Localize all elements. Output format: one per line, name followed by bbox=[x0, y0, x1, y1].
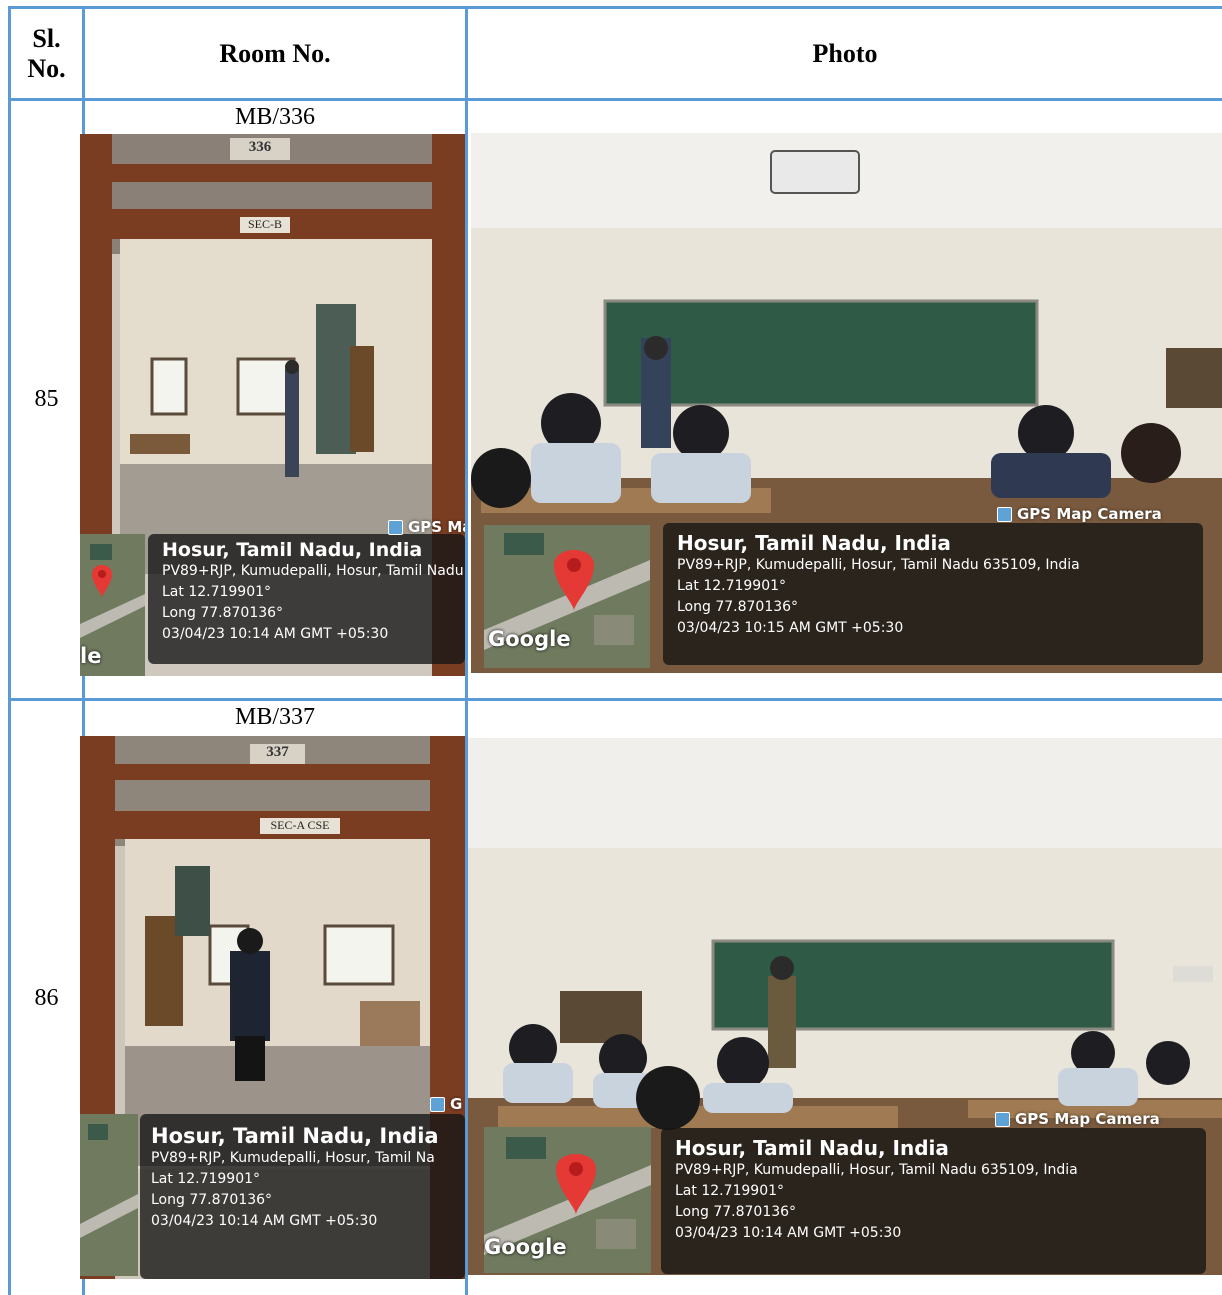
gps-camera-label: GPS Map Camera bbox=[1015, 1110, 1160, 1128]
gps-camera-badge: GPS Map Camera bbox=[995, 1110, 1160, 1128]
map-thumbnail bbox=[80, 1114, 138, 1276]
datetime-text: 03/04/23 10:14 AM GMT +05:30 bbox=[675, 1225, 902, 1241]
gps-camera-icon bbox=[995, 1111, 1010, 1127]
grid-line bbox=[8, 98, 1222, 101]
gps-info-overlay: Hosur, Tamil Nadu, India PV89+RJP, Kumud… bbox=[140, 1114, 465, 1279]
gps-camera-badge: G bbox=[430, 1095, 462, 1113]
gps-info-overlay: Hosur, Tamil Nadu, India PV89+RJP, Kumud… bbox=[663, 523, 1203, 665]
location-title: Hosur, Tamil Nadu, India bbox=[675, 1136, 949, 1160]
gps-info-overlay: Hosur, Tamil Nadu, India PV89+RJP, Kumud… bbox=[148, 534, 465, 664]
google-logo: Google bbox=[484, 1235, 567, 1259]
location-title: Hosur, Tamil Nadu, India bbox=[162, 539, 423, 561]
classroom-photo: Google Hosur, Tamil Nadu, India PV89+RJP… bbox=[468, 738, 1222, 1275]
address-text: PV89+RJP, Kumudepalli, Hosur, Tamil Nadu… bbox=[675, 1162, 1078, 1178]
longitude-text: Long 77.870136° bbox=[151, 1192, 273, 1208]
longitude-text: Long 77.870136° bbox=[677, 599, 799, 615]
classroom-photo: Google Hosur, Tamil Nadu, India PV89+RJP… bbox=[471, 133, 1222, 673]
datetime-text: 03/04/23 10:14 AM GMT +05:30 bbox=[162, 626, 389, 642]
address-text: PV89+RJP, Kumudepalli, Hosur, Tamil Na bbox=[151, 1150, 435, 1166]
gps-camera-label: GPS Map Camera bbox=[1017, 505, 1162, 523]
header-room-no: Room No. bbox=[219, 38, 331, 68]
address-text: PV89+RJP, Kumudepalli, Hosur, Tamil Nadu… bbox=[677, 557, 1080, 573]
door-photo: le Hosur, Tamil Nadu, India PV89+RJP, Ku… bbox=[80, 134, 465, 676]
row-sl-number: 86 bbox=[34, 984, 59, 1011]
room-number: MB/337 bbox=[234, 704, 315, 730]
address-text: PV89+RJP, Kumudepalli, Hosur, Tamil Nadu… bbox=[162, 563, 465, 579]
latitude-text: Lat 12.719901° bbox=[151, 1171, 261, 1187]
location-title: Hosur, Tamil Nadu, India bbox=[151, 1124, 439, 1148]
longitude-text: Long 77.870136° bbox=[675, 1204, 797, 1220]
gps-info-overlay: Hosur, Tamil Nadu, India PV89+RJP, Kumud… bbox=[661, 1128, 1206, 1274]
door-section-sign: SEC-A CSE bbox=[270, 818, 330, 832]
gps-camera-icon bbox=[997, 506, 1012, 522]
datetime-text: 03/04/23 10:15 AM GMT +05:30 bbox=[677, 620, 904, 636]
latitude-text: Lat 12.719901° bbox=[162, 584, 272, 600]
gps-camera-icon bbox=[430, 1096, 445, 1112]
door-number-sign: 336 bbox=[248, 139, 272, 155]
gps-camera-label: GPS Map bbox=[408, 518, 465, 536]
location-title: Hosur, Tamil Nadu, India bbox=[677, 531, 951, 555]
latitude-text: Lat 12.719901° bbox=[677, 578, 787, 594]
door-section-sign: SEC-B bbox=[247, 217, 282, 231]
door-number-sign: 337 bbox=[266, 744, 289, 760]
google-logo: le bbox=[80, 644, 102, 668]
longitude-text: Long 77.870136° bbox=[162, 605, 284, 621]
google-logo: Google bbox=[488, 627, 571, 651]
header-sl-no: Sl. No. bbox=[27, 23, 66, 83]
gps-camera-icon bbox=[388, 519, 403, 535]
grid-line bbox=[8, 698, 1222, 701]
gps-camera-badge: GPS Map Camera bbox=[997, 505, 1162, 523]
gps-camera-label: G bbox=[450, 1095, 463, 1113]
header-photo: Photo bbox=[812, 38, 878, 68]
latitude-text: Lat 12.719901° bbox=[675, 1183, 785, 1199]
row-sl-number: 85 bbox=[34, 386, 59, 412]
gps-camera-badge: GPS Map bbox=[388, 518, 465, 536]
datetime-text: 03/04/23 10:14 AM GMT +05:30 bbox=[151, 1213, 378, 1229]
room-number: MB/336 bbox=[234, 104, 315, 130]
